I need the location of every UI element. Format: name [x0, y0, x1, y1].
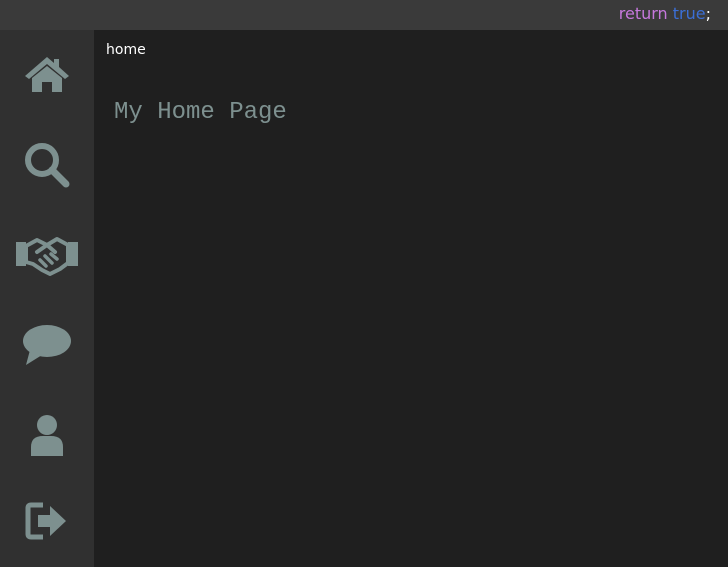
sidebar-item-home[interactable] [0, 35, 94, 115]
sidebar [0, 30, 94, 567]
brand-terminator: ; [705, 4, 711, 23]
search-icon [25, 143, 70, 188]
user-icon [31, 415, 63, 456]
main-content: home My Home Page [94, 30, 728, 567]
sidebar-item-partners[interactable] [0, 215, 94, 295]
sign-out-icon [25, 502, 66, 540]
brand-logo[interactable]: return true; [619, 4, 711, 24]
sidebar-item-profile[interactable] [0, 395, 94, 475]
top-bar: return true; [0, 0, 728, 30]
breadcrumb: home [106, 42, 146, 58]
brand-value: true [672, 4, 706, 23]
sidebar-item-sign-out[interactable] [0, 481, 94, 561]
chat-bubble-icon [23, 325, 71, 365]
sidebar-item-search[interactable] [0, 125, 94, 205]
page-title: My Home Page [114, 99, 287, 126]
home-icon [25, 57, 69, 92]
brand-keyword: return [618, 4, 668, 23]
sidebar-item-messages[interactable] [0, 305, 94, 385]
handshake-icon [16, 237, 78, 276]
